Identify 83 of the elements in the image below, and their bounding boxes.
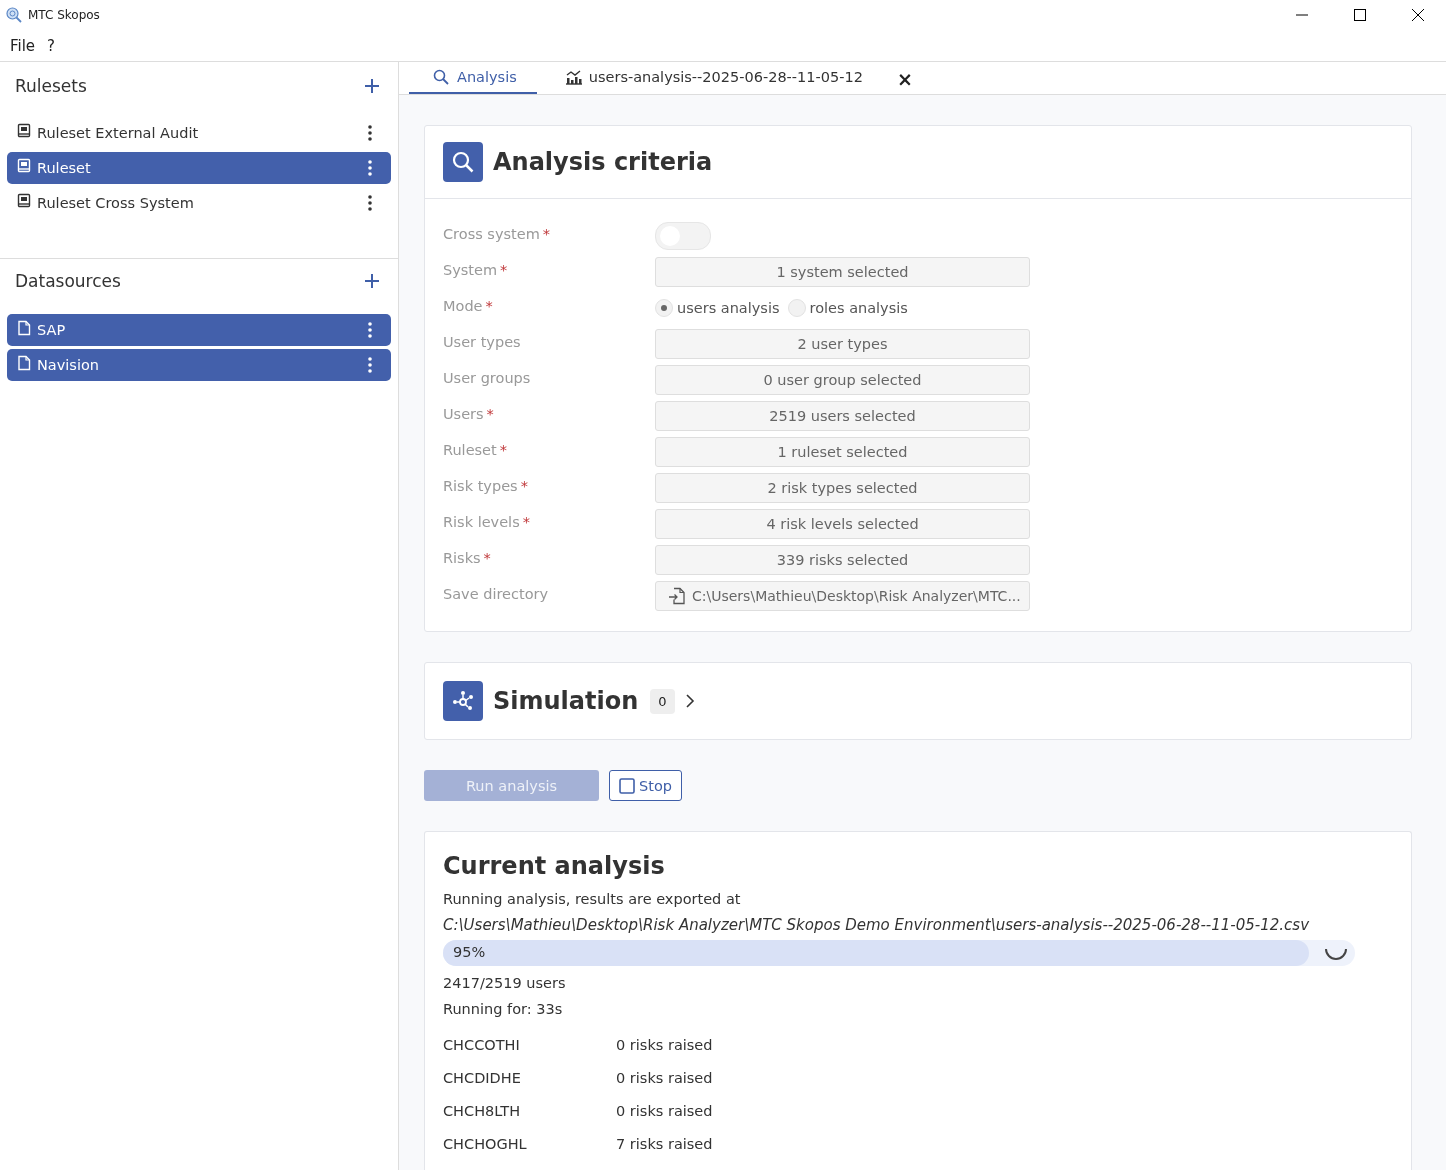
field-label: Risks * (443, 549, 491, 568)
field-label: User groups (443, 369, 531, 388)
item-label: Ruleset (37, 160, 92, 176)
spinner-icon (1325, 948, 1347, 960)
more-icon[interactable] (368, 160, 372, 176)
user-id: CHCDIDHE (443, 1069, 522, 1088)
square-icon (619, 777, 635, 794)
card-title: Simulation (493, 687, 639, 715)
book-icon (17, 193, 31, 209)
radio-button[interactable] (655, 299, 673, 317)
search-glyph-icon (452, 151, 474, 173)
progress-label: 95% (453, 944, 486, 960)
chevron-icon[interactable] (684, 694, 695, 708)
user-id: CHCH8LTH (443, 1102, 522, 1121)
add-icon[interactable] (365, 273, 379, 288)
field-label: Cross system * (443, 225, 551, 244)
field-label: Ruleset * (443, 441, 507, 460)
select-field[interactable]: 4 risk levels selected (655, 509, 1030, 539)
field-label: System * (443, 261, 508, 280)
section-title: Datasources (15, 270, 121, 291)
count-badge: 0 (650, 688, 675, 714)
app-logo-icon (6, 7, 22, 23)
field-label: Risk levels * (443, 513, 530, 532)
more-icon[interactable] (368, 322, 372, 338)
document-icon (17, 320, 31, 336)
elapsed-time: Running for: 33s (443, 1000, 564, 1019)
risk-count: 0 risks raised (616, 1036, 713, 1055)
item-label: Ruleset Cross System (37, 195, 195, 211)
section-title: Rulesets (15, 75, 87, 96)
select-field[interactable]: 2 risk types selected (655, 473, 1030, 503)
risk-count: 0 risks raised (616, 1069, 713, 1088)
field-label: Users * (443, 405, 494, 424)
more-icon[interactable] (368, 357, 372, 373)
select-field[interactable]: 0 user group selected (655, 365, 1030, 395)
select-field[interactable]: 2519 users selected (655, 401, 1030, 431)
item-label: SAP (37, 322, 67, 338)
tab[interactable]: users-analysis--2025-06-28--11-05-12 (540, 62, 883, 94)
toggle-switch[interactable] (655, 222, 711, 250)
more-icon[interactable] (368, 125, 372, 141)
select-field[interactable]: 1 ruleset selected (655, 437, 1030, 467)
field-label: Mode * (443, 297, 493, 316)
more-icon[interactable] (368, 195, 372, 211)
close-icon[interactable] (1412, 9, 1424, 21)
book-icon (17, 123, 31, 139)
field-label: Save directory (443, 585, 549, 604)
file-path: C:\Users\Mathieu\Desktop\Risk Analyzer\MTC Skopos Demo Environment\users-analysis--2025-06-28--11-05-12.csv (443, 915, 1311, 936)
book-icon (17, 158, 31, 174)
sidebar-item[interactable]: Ruleset (7, 152, 391, 184)
select-field[interactable]: 2 user types (655, 329, 1030, 359)
maximize-icon[interactable] (1354, 9, 1366, 21)
card-title: Current analysis (443, 852, 666, 880)
directory-field[interactable]: C:\Users\Mathieu\Desktop\Risk Analyzer\MTC... (655, 581, 1030, 611)
sidebar-item[interactable]: Ruleset External Audit (7, 117, 391, 149)
user-id: CHCCOTHI (443, 1036, 521, 1055)
close-tab-button[interactable]: × (888, 64, 921, 94)
status-text: Running analysis, results are exported at (443, 890, 742, 909)
item-label: Ruleset External Audit (37, 125, 200, 141)
chart-icon (564, 68, 583, 86)
risk-count: 7 risks raised (616, 1135, 713, 1154)
menu-item[interactable]: ? (47, 36, 56, 55)
radio-label: users analysis (677, 300, 780, 316)
menu-item[interactable]: File (10, 36, 36, 55)
document-icon (17, 355, 31, 371)
field-label: User types (443, 333, 521, 352)
network-glyph-icon (451, 689, 475, 713)
add-icon[interactable] (365, 78, 379, 93)
field-label: Risk types * (443, 477, 528, 496)
sidebar-item[interactable]: Ruleset Cross System (7, 187, 391, 219)
risk-count: 0 risks raised (616, 1102, 713, 1121)
user-count: 2417/2519 users (443, 974, 567, 993)
card-title: Analysis criteria (493, 148, 713, 176)
radio-label: roles analysis (809, 300, 908, 316)
sidebar-item[interactable]: Navision (7, 349, 391, 381)
select-field[interactable]: 1 system selected (655, 257, 1030, 287)
search-icon (433, 68, 451, 86)
user-id: CHCHOGHL (443, 1135, 528, 1154)
stop-button[interactable]: Stop (609, 770, 682, 801)
item-label: Navision (37, 357, 100, 373)
window-title: MTC Skopos (28, 8, 101, 22)
radio-button[interactable] (787, 299, 806, 317)
select-field[interactable]: 339 risks selected (655, 545, 1030, 575)
file-import-icon (668, 587, 686, 605)
sidebar-item[interactable]: SAP (7, 314, 391, 346)
